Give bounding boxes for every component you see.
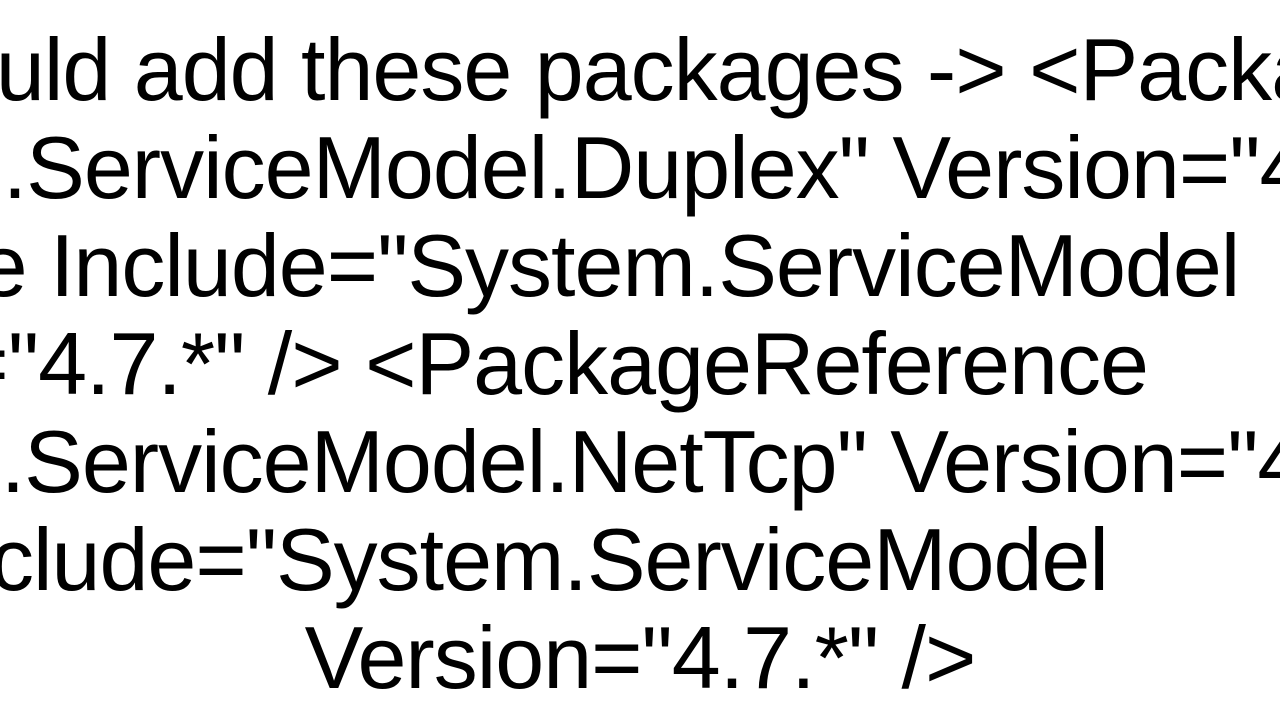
text-fragment: hould add these packages -> <PackageRefe…	[0, 0, 1280, 720]
text-line-5: stem.ServiceModel.NetTcp" Version="4.7.*…	[0, 414, 1094, 509]
text-line-6: rence Include="System.ServiceModel	[0, 512, 960, 607]
text-line-7: Version="4.7.*" />	[0, 610, 1280, 705]
text-line-2: stem.ServiceModel.Duplex" Version="4.7.*…	[0, 120, 1096, 215]
text-line-4: sion="4.7.*" /> <PackageReference	[0, 316, 1080, 411]
text-line-1: hould add these packages -> <PackageRefe…	[0, 22, 1180, 117]
text-line-3: ference Include="System.ServiceModel	[0, 218, 1020, 313]
